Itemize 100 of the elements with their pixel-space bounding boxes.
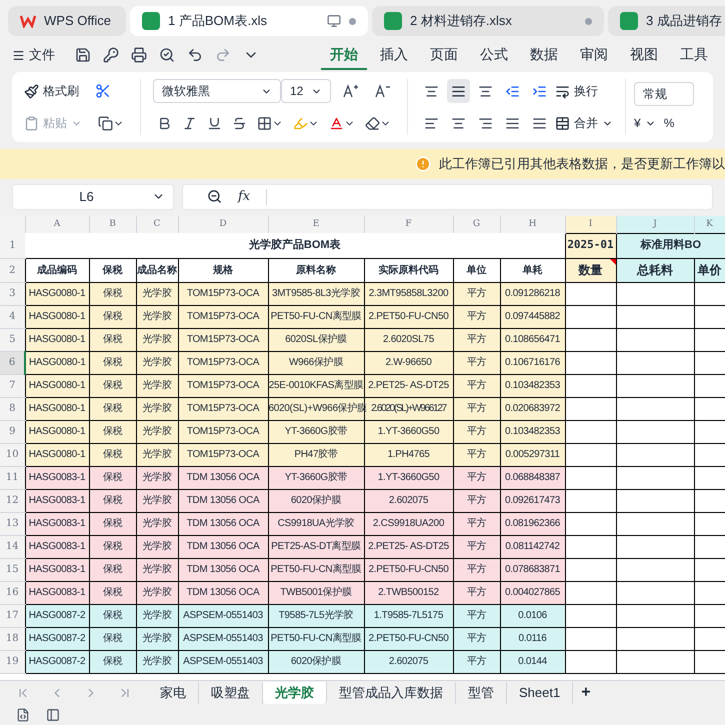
column-header[interactable]: I [565, 216, 616, 233]
row-header[interactable]: 10 [0, 443, 25, 466]
row-header[interactable]: 15 [0, 558, 25, 581]
row-header[interactable]: 12 [0, 489, 25, 512]
row-header[interactable]: 17 [0, 604, 25, 627]
row-header[interactable]: 6 [0, 351, 25, 374]
column-header[interactable]: J [616, 216, 694, 233]
ribbon-tab[interactable]: 工具 [671, 40, 717, 70]
table-cell: 平方 [453, 466, 500, 489]
table-cell: 平方 [453, 650, 500, 673]
table-cell: HASG0080-1 [25, 443, 89, 466]
table-cell: HASG0080-1 [25, 374, 89, 397]
row-header[interactable]: 5 [0, 328, 25, 351]
file-menu[interactable]: 文件 [12, 45, 63, 65]
sheet-tab[interactable]: 型管成品入库数据 [327, 682, 456, 704]
code-file-icon[interactable] [16, 708, 30, 722]
table-cell: 光学胶 [136, 282, 178, 305]
column-header[interactable]: F [364, 216, 453, 233]
name-box[interactable]: L6 [12, 184, 174, 210]
row-header[interactable]: 19 [0, 650, 25, 673]
font-select[interactable]: 微软雅黑 [153, 79, 281, 103]
add-sheet-button[interactable]: + [573, 680, 599, 704]
merge-button[interactable]: 合并 [555, 114, 613, 132]
table-cell: 保税 [89, 305, 136, 328]
menu-icon [12, 48, 25, 62]
monitor-icon [327, 14, 341, 28]
row-header[interactable]: 2 [0, 258, 25, 282]
ribbon-tab[interactable]: 审阅 [571, 40, 617, 70]
table-cell: 0.103482353 [500, 420, 565, 443]
spreadsheet-icon [620, 12, 638, 30]
table-cell: 光学胶 [136, 328, 178, 351]
column-header[interactable]: E [268, 216, 364, 233]
row-header[interactable]: 1 [0, 233, 25, 258]
document-tab[interactable]: 2 材料进销存.xlsx [372, 6, 604, 36]
table-cell: 0.004027865 [500, 581, 565, 604]
sheet-tab[interactable]: Sheet1 [507, 682, 574, 704]
ribbon-tab[interactable]: 公式 [471, 40, 517, 70]
table-cell: 0.020683972 [500, 397, 565, 420]
row-header[interactable]: 9 [0, 420, 25, 443]
table-cell: 0.092617473 [500, 489, 565, 512]
table-cell: TOM15P73-OCA [178, 282, 268, 305]
row-header[interactable]: 16 [0, 581, 25, 604]
column-header[interactable]: D [178, 216, 268, 233]
row-header[interactable]: 14 [0, 535, 25, 558]
row-header[interactable]: 7 [0, 374, 25, 397]
document-tab[interactable]: 3 成品进销存 [608, 6, 725, 36]
table-cell: HASG0083-1 [25, 535, 89, 558]
table-cell: 保税 [89, 604, 136, 627]
table-cell: 保税 [89, 443, 136, 466]
column-header[interactable]: K [694, 216, 725, 233]
row-header[interactable]: 8 [0, 397, 25, 420]
row-header[interactable]: 13 [0, 512, 25, 535]
number-format-select[interactable]: 常规 [634, 82, 694, 106]
panel-icon[interactable] [46, 708, 60, 722]
table-cell: YT-3660G胶带 [268, 420, 364, 443]
table-cell: 光学胶 [136, 420, 178, 443]
merge-cells-icon [555, 116, 570, 130]
sheet-tab[interactable]: 家电 [148, 682, 199, 704]
table-cell: TDM 13056 OCA [178, 535, 268, 558]
percent-button[interactable]: % [664, 114, 674, 132]
ribbon-tab[interactable]: 开始 [321, 40, 367, 70]
column-header[interactable]: H [500, 216, 565, 233]
table-cell: 0.0116 [500, 627, 565, 650]
function-label[interactable]: fx [238, 186, 250, 206]
table-cell: 平方 [453, 558, 500, 581]
document-tab[interactable]: WPS Office [8, 6, 126, 36]
ribbon-tab[interactable]: 页面 [421, 40, 467, 70]
align-middle-icon[interactable] [447, 79, 470, 103]
table-cell: 0.081142742 [500, 535, 565, 558]
table-cell: 平方 [453, 328, 500, 351]
currency-button[interactable]: ¥ [634, 114, 656, 132]
wrap-text-button[interactable]: 换行 [555, 82, 598, 100]
spreadsheet-icon [142, 12, 160, 30]
table-cell: HASG0080-1 [25, 420, 89, 443]
formula-field[interactable]: fx [182, 184, 713, 210]
ribbon-tab[interactable]: 插入 [371, 40, 417, 70]
table-cell: 保税 [89, 374, 136, 397]
table-cell: 保税 [89, 581, 136, 604]
sheet-tab[interactable]: 型管 [456, 682, 507, 704]
row-header[interactable]: 3 [0, 282, 25, 305]
ribbon-tab[interactable]: 数据 [521, 40, 567, 70]
table-cell: HASG0087-2 [25, 604, 89, 627]
ribbon-tab[interactable]: 视图 [621, 40, 667, 70]
column-header[interactable]: B [89, 216, 136, 233]
table-cell: HASG0080-1 [25, 351, 89, 374]
zoom-out-icon[interactable] [207, 189, 222, 204]
row-header[interactable]: 18 [0, 627, 25, 650]
spreadsheet-icon [384, 12, 402, 30]
column-header[interactable]: C [136, 216, 178, 233]
table-cell: 光学胶 [136, 581, 178, 604]
format-painter-button[interactable]: 格式刷 [24, 82, 79, 100]
table-cell: 2.W-96650 [364, 351, 453, 374]
document-tab[interactable]: 1 产品BOM表.xls [130, 6, 368, 36]
table-cell: PET50-FU-CN离型膜 [268, 558, 364, 581]
font-size-select[interactable]: 12 [281, 79, 331, 103]
sheet-tab[interactable]: 光学胶 [263, 682, 327, 704]
row-header[interactable]: 11 [0, 466, 25, 489]
column-header[interactable]: G [453, 216, 500, 233]
column-header[interactable]: A [25, 216, 89, 233]
row-header[interactable]: 4 [0, 305, 25, 328]
